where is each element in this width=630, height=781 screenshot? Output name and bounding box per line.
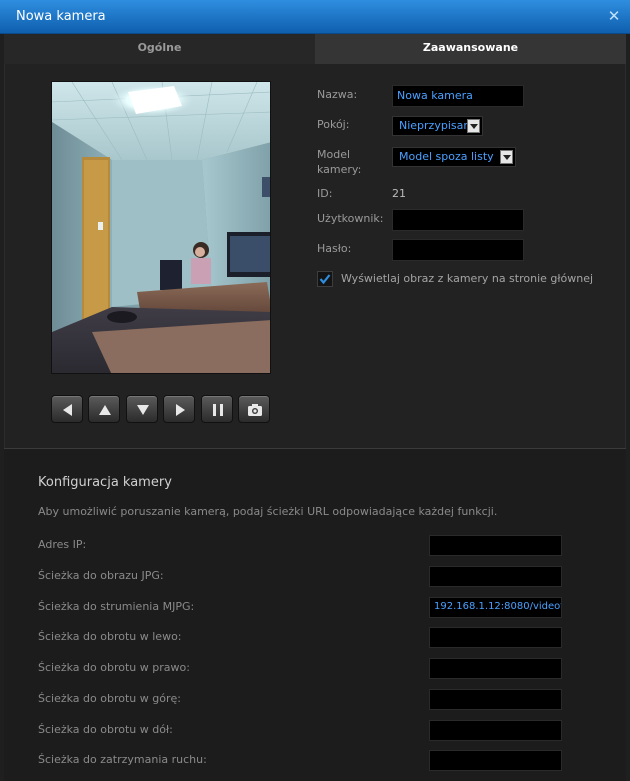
chevron-down-icon [467, 119, 480, 133]
mjpg-path-label: Ścieżka do strumienia MJPG: [38, 600, 195, 613]
user-label: Użytkownik: [317, 212, 384, 225]
room-label: Pokój: [317, 118, 350, 131]
user-input[interactable] [392, 209, 524, 231]
rotate-down-path-input[interactable] [429, 720, 562, 741]
arrow-down-icon [137, 405, 149, 415]
room-select-value: Nieprzypisan [399, 119, 471, 132]
show-on-main-label: Wyświetlaj obraz z kamery na stronie głó… [341, 272, 594, 285]
tab-bar: Ogólne Zaawansowane [4, 34, 626, 64]
tab-advanced[interactable]: Zaawansowane [315, 34, 626, 64]
rotate-left-path-label: Ścieżka do obrotu w lewo: [38, 630, 182, 643]
jpg-path-input[interactable] [429, 566, 562, 587]
password-input[interactable] [392, 239, 524, 261]
move-right-button[interactable] [163, 395, 195, 423]
move-up-button[interactable] [88, 395, 120, 423]
window-titlebar: Nowa kamera ✕ [0, 0, 630, 34]
snapshot-button[interactable] [238, 395, 270, 423]
checkmark-icon [319, 274, 331, 285]
name-input[interactable]: Nowa kamera [392, 85, 524, 107]
id-label: ID: [317, 187, 333, 200]
model-select-value: Model spoza listy [399, 150, 494, 163]
stop-movement-path-label: Ścieżka do zatrzymania ruchu: [38, 753, 207, 766]
arrow-right-icon [176, 404, 185, 416]
move-down-button[interactable] [126, 395, 158, 423]
ip-address-label: Adres IP: [38, 538, 87, 551]
rotate-up-path-label: Ścieżka do obrotu w górę: [38, 692, 181, 705]
room-select[interactable]: Nieprzypisan [392, 116, 483, 136]
password-label: Hasło: [317, 242, 352, 255]
camera-preview-image [51, 81, 271, 374]
camera-icon [248, 404, 262, 416]
rotate-down-path-label: Ścieżka do obrotu w dół: [38, 723, 173, 736]
ip-address-input[interactable] [429, 535, 562, 556]
stop-button[interactable] [201, 395, 233, 423]
stop-movement-path-input[interactable] [429, 750, 562, 771]
show-on-main-checkbox[interactable] [317, 271, 333, 287]
rotate-left-path-input[interactable] [429, 627, 562, 648]
arrow-left-icon [63, 404, 72, 416]
config-title: Konfiguracja kamery [38, 475, 172, 490]
config-description: Aby umożliwić poruszanie kamerą, podaj ś… [38, 505, 498, 518]
model-label: Model kamery: [317, 148, 362, 176]
rotate-right-path-label: Ścieżka do obrotu w prawo: [38, 661, 190, 674]
window-title: Nowa kamera [16, 9, 106, 24]
model-select[interactable]: Model spoza listy [392, 147, 516, 167]
chevron-down-icon [500, 150, 513, 164]
close-icon[interactable]: ✕ [606, 8, 622, 24]
name-label: Nazwa: [317, 88, 358, 101]
arrow-up-icon [99, 405, 111, 415]
move-left-button[interactable] [51, 395, 83, 423]
id-value: 21 [392, 187, 406, 200]
rotate-right-path-input[interactable] [429, 658, 562, 679]
pause-icon [213, 404, 223, 416]
mjpg-path-input[interactable]: 192.168.1.12:8080/videofe [429, 597, 562, 618]
jpg-path-label: Ścieżka do obrazu JPG: [38, 569, 164, 582]
rotate-up-path-input[interactable] [429, 689, 562, 710]
tab-general[interactable]: Ogólne [4, 34, 315, 64]
